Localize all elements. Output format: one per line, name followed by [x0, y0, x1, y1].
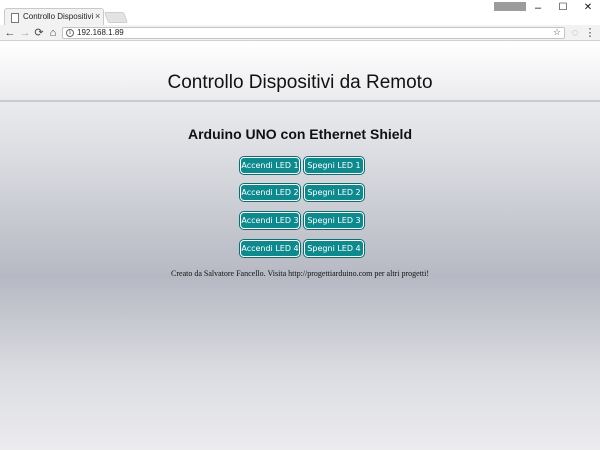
menu-icon[interactable]: ⋮ — [584, 26, 596, 40]
user-profile-badge[interactable] — [494, 2, 526, 11]
led-2-off-button[interactable]: Spegni LED 2 — [304, 184, 364, 201]
back-arrow-icon[interactable]: ← — [4, 26, 16, 40]
url-text[interactable]: 192.168.1.89 — [77, 28, 124, 38]
page-icon — [11, 13, 19, 23]
info-icon[interactable]: i — [66, 29, 74, 37]
led-3-on-button[interactable]: Accendi LED 3 — [240, 212, 300, 229]
led-1-on-button[interactable]: Accendi LED 1 — [240, 157, 300, 174]
browser-tab[interactable]: Controllo Dispositivi da R × — [4, 8, 104, 25]
extension-icon[interactable]: ◌ — [569, 26, 581, 40]
address-bar[interactable]: i 192.168.1.89 ☆ — [62, 27, 565, 39]
footer-credit: Creato da Salvatore Fancello. Visita htt… — [171, 269, 429, 278]
page-header: Controllo Dispositivi da Remoto — [0, 42, 600, 102]
page-content: Controllo Dispositivi da Remoto Arduino … — [0, 42, 600, 450]
maximize-button[interactable]: ☐ — [553, 1, 573, 15]
led-4-off-button[interactable]: Spegni LED 4 — [304, 240, 364, 257]
close-window-button[interactable]: ✕ — [578, 1, 598, 15]
tab-close-icon[interactable]: × — [95, 11, 100, 21]
reload-icon[interactable]: ⟳ — [33, 26, 45, 40]
new-tab-button[interactable] — [103, 12, 129, 23]
page-subtitle: Arduino UNO con Ethernet Shield — [187, 126, 412, 142]
browser-toolbar: ← → ⟳ ⌂ i 192.168.1.89 ☆ ◌ ⋮ — [0, 25, 600, 41]
led-3-off-button[interactable]: Spegni LED 3 — [304, 212, 364, 229]
led-4-on-button[interactable]: Accendi LED 4 — [240, 240, 300, 257]
tab-title: Controllo Dispositivi da R — [23, 12, 93, 21]
home-icon[interactable]: ⌂ — [47, 26, 59, 40]
browser-titlebar: Controllo Dispositivi da R × – ☐ ✕ — [0, 0, 600, 25]
led-1-off-button[interactable]: Spegni LED 1 — [304, 157, 364, 174]
page-title: Controllo Dispositivi da Remoto — [167, 72, 433, 93]
forward-arrow-icon[interactable]: → — [19, 26, 31, 40]
led-2-on-button[interactable]: Accendi LED 2 — [240, 184, 300, 201]
minimize-button[interactable]: – — [528, 1, 548, 15]
bookmark-star-icon[interactable]: ☆ — [553, 27, 561, 38]
